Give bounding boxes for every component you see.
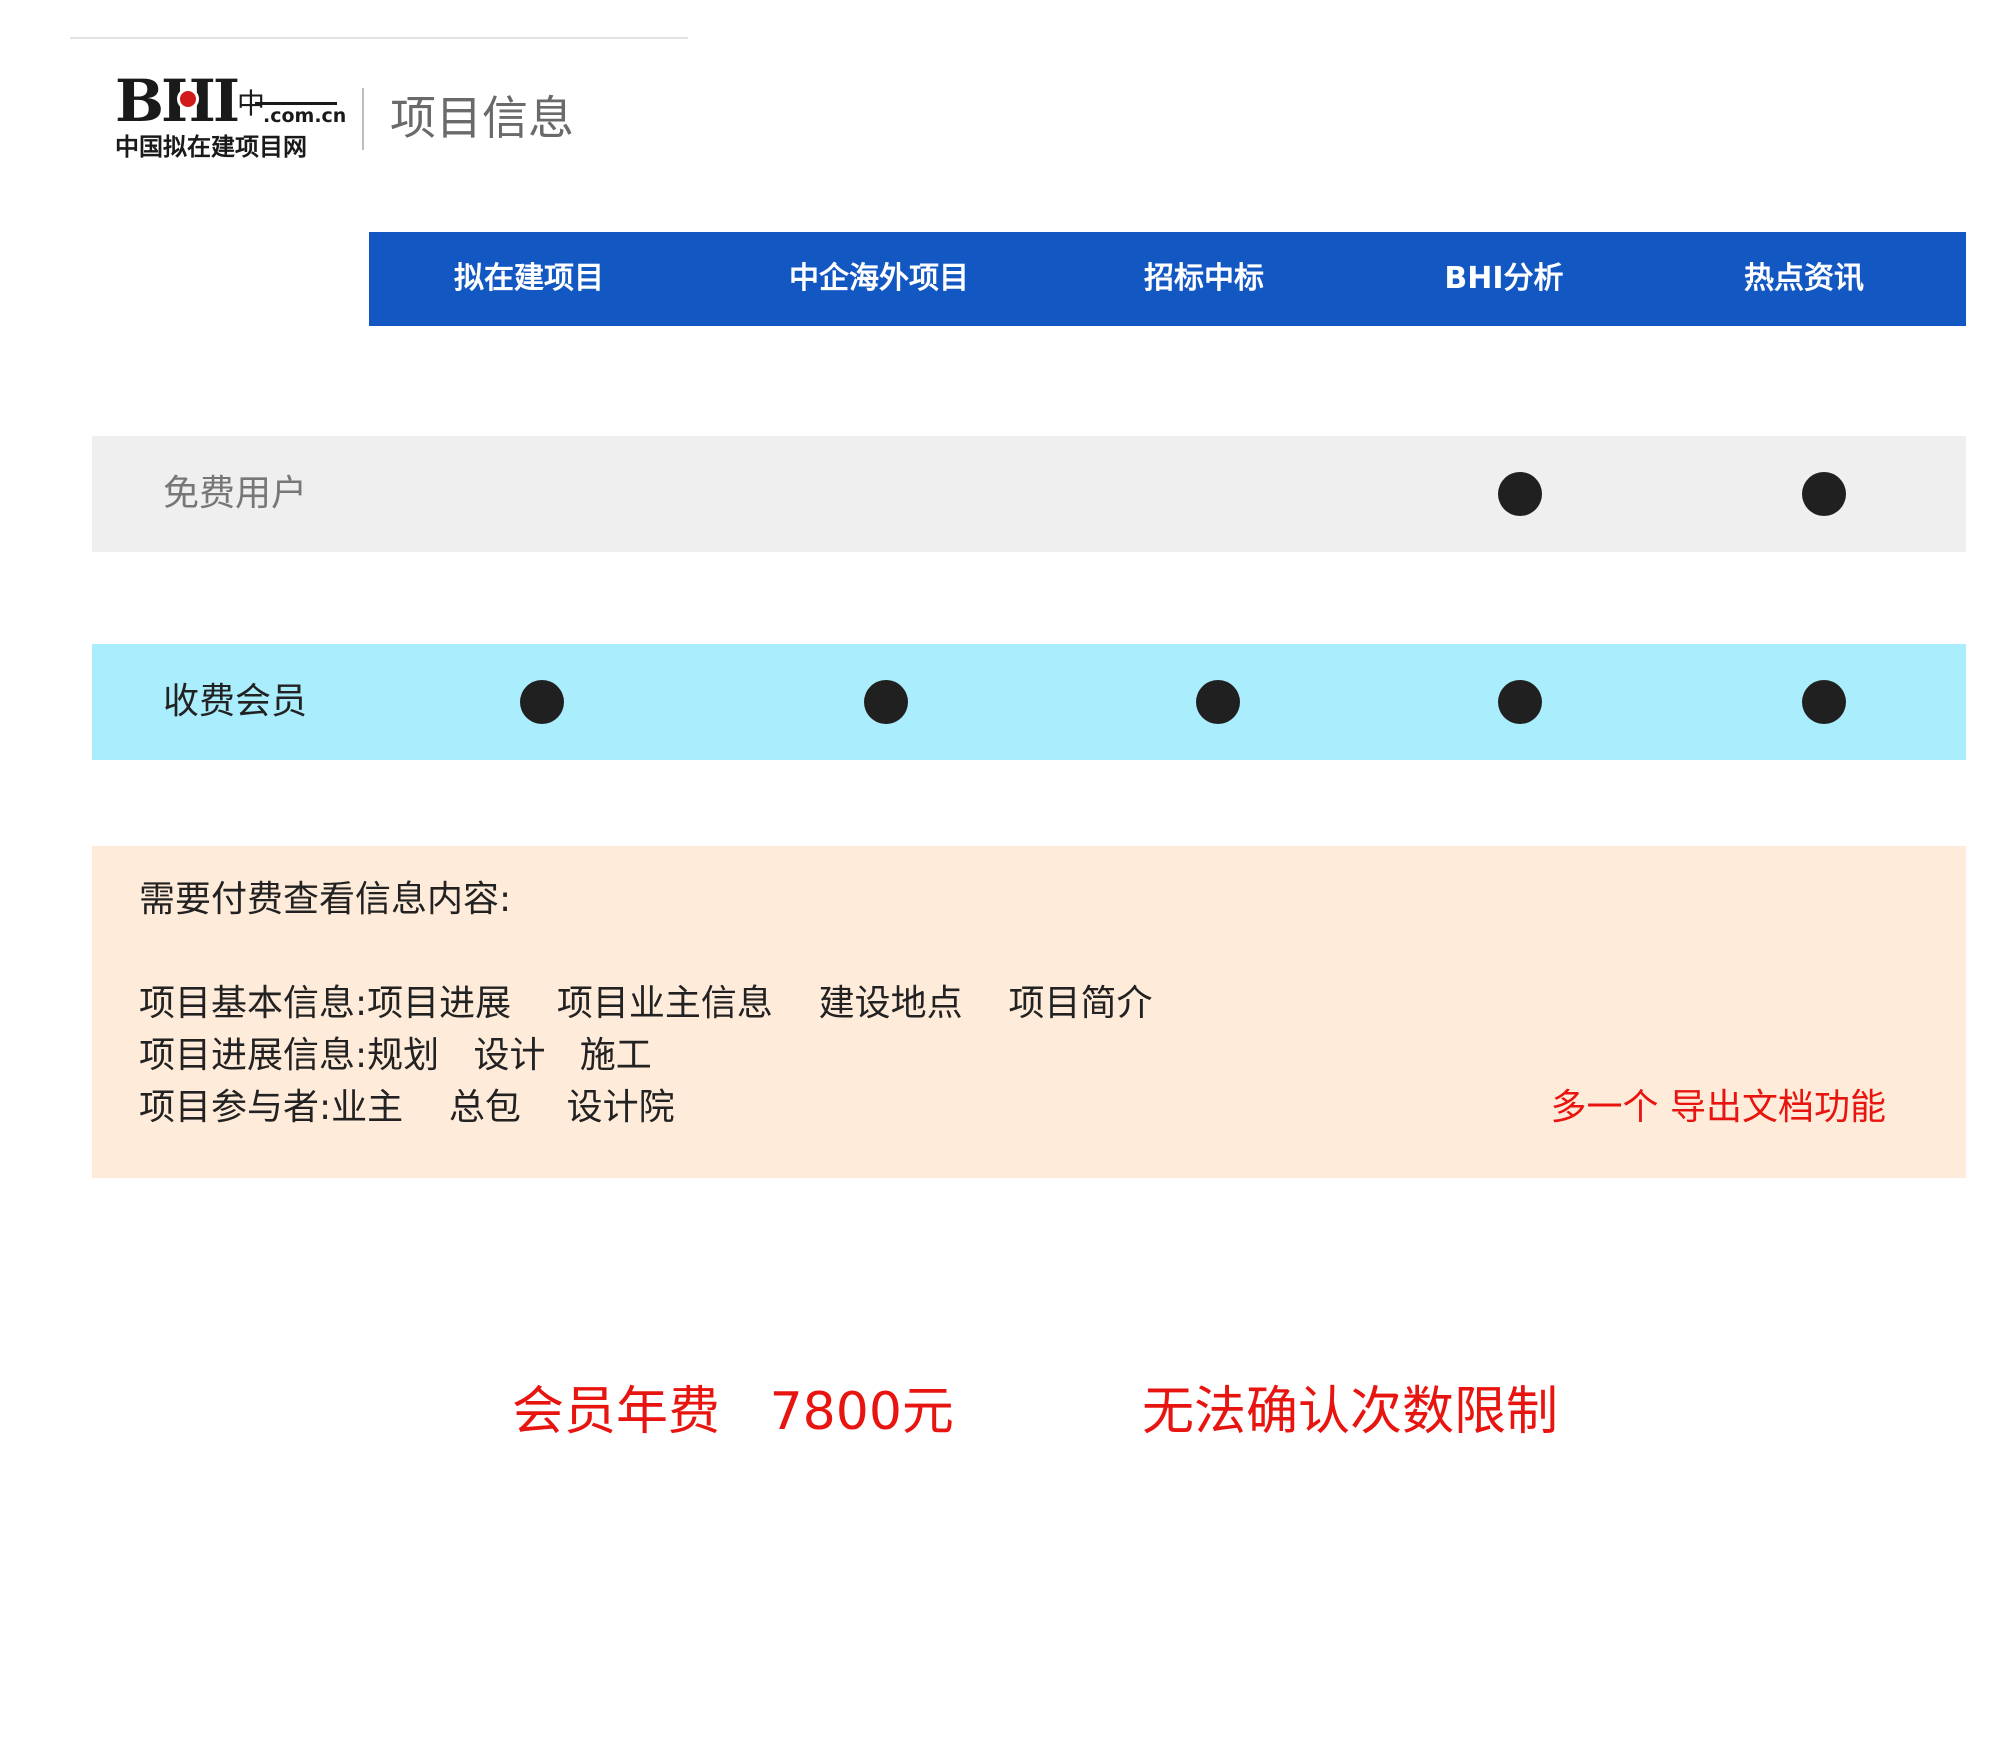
- main-nav: 拟在建项目 中企海外项目 招标中标 BHI分析 热点资讯: [369, 232, 1966, 326]
- access-dot-proposed-projects: [520, 680, 564, 724]
- annual-fee-note: 会员年费 7800元: [512, 1382, 954, 1442]
- paid-info-heading: 需要付费查看信息内容:: [139, 879, 512, 920]
- tier-row-paid: 收费会员: [92, 644, 1966, 760]
- page-title: 项目信息: [390, 91, 574, 145]
- nav-item-bhi-analysis[interactable]: BHI分析: [1404, 232, 1604, 326]
- logo-mark: BHI: [115, 67, 240, 135]
- top-divider: [70, 37, 688, 39]
- nav-item-proposed-projects[interactable]: 拟在建项目: [424, 232, 634, 326]
- tier-label-paid: 收费会员: [163, 681, 308, 722]
- nav-item-tenders[interactable]: 招标中标: [1104, 232, 1304, 326]
- site-logo[interactable]: BHI 中 .com.cn 中国拟在建项目网: [115, 67, 347, 162]
- tier-row-free: 免费用户: [92, 436, 1966, 552]
- nav-item-hot-news[interactable]: 热点资讯: [1704, 232, 1904, 326]
- paid-info-line-basic: 项目基本信息:项目进展 项目业主信息 建设地点 项目简介: [139, 983, 1153, 1024]
- tier-label-free: 免费用户: [163, 473, 308, 514]
- header-divider: [362, 88, 364, 150]
- logo-red-dot: [177, 88, 199, 110]
- access-dot-bhi-analysis: [1498, 680, 1542, 724]
- usage-limit-note: 无法确认次数限制: [1142, 1382, 1559, 1442]
- access-dot-hot-news: [1802, 472, 1846, 516]
- logo-tagline: 中国拟在建项目网: [115, 133, 307, 161]
- access-dot-tenders: [1196, 680, 1240, 724]
- paid-info-box: 需要付费查看信息内容: 项目基本信息:项目进展 项目业主信息 建设地点 项目简介…: [92, 846, 1966, 1178]
- access-dot-hot-news: [1802, 680, 1846, 724]
- access-dot-bhi-analysis: [1498, 472, 1542, 516]
- logo-domain: .com.cn: [263, 105, 347, 127]
- export-feature-note: 多一个 导出文档功能: [1550, 1087, 1886, 1128]
- nav-item-overseas-projects[interactable]: 中企海外项目: [759, 232, 999, 326]
- access-dot-overseas-projects: [864, 680, 908, 724]
- paid-info-line-participants: 项目参与者:业主 总包 设计院: [139, 1087, 675, 1128]
- paid-info-line-progress: 项目进展信息:规划 设计 施工: [139, 1035, 652, 1076]
